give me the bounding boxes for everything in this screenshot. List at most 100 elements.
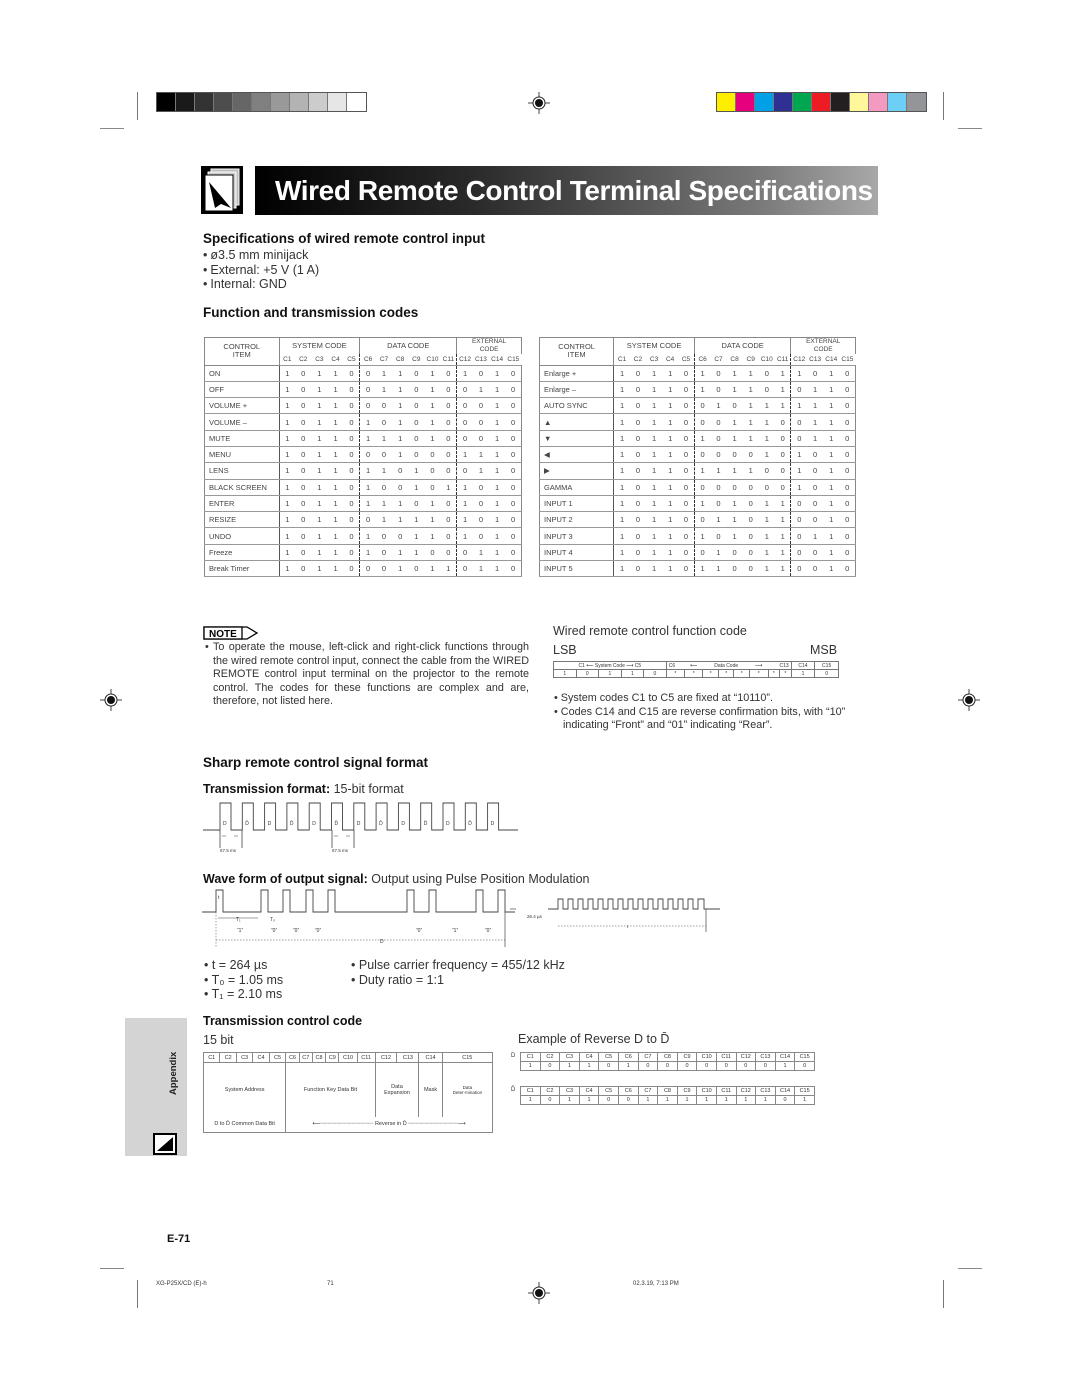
- bit-cell: 1: [645, 413, 663, 431]
- bit-cell: 1: [472, 543, 490, 562]
- bit-cell: 1: [375, 494, 393, 513]
- bit-cell: 0: [710, 429, 727, 447]
- bit-cell: 1: [279, 511, 296, 529]
- bit-cell: 0: [694, 543, 711, 562]
- bit-cell: 0: [440, 543, 458, 562]
- ppm-pulse-train: [202, 889, 515, 913]
- bit-cell: 0: [472, 413, 490, 431]
- bit-cell: 1: [392, 397, 409, 415]
- bit-cell: 1: [645, 560, 663, 578]
- bit-column-header: C3: [649, 355, 659, 363]
- bit-cell: 1: [489, 429, 506, 447]
- bit-cell: 0: [790, 543, 808, 562]
- bit-cell: 1: [696, 1095, 717, 1105]
- bit-cell: 1: [617, 1061, 639, 1071]
- bit-cell: 0: [678, 511, 695, 529]
- bit-cell: 1: [279, 445, 296, 464]
- data-code-span: Data Code: [702, 661, 750, 670]
- bit-cell: 0: [629, 527, 646, 545]
- bit-cell: 1: [472, 560, 490, 578]
- bit-cell: 0: [343, 364, 361, 382]
- signal-format-heading: Sharp remote control signal format: [203, 755, 429, 770]
- bit-cell: 1: [662, 380, 679, 399]
- lsb-label: LSB: [553, 643, 577, 657]
- bit-cell: 0: [742, 478, 759, 496]
- bit-cell: 1: [755, 1095, 776, 1105]
- bit-cell: 0: [408, 364, 425, 382]
- bit-cell: 0: [629, 380, 646, 399]
- table-row: Enlarge +1 0 1 1 0 1 0 1 1 0 1 1 0 1 0: [538, 364, 857, 382]
- control-item: ENTER: [204, 494, 280, 513]
- bit-cell: 0: [710, 478, 727, 496]
- bit-cell: 0: [295, 429, 312, 447]
- bit-cell: 0: [790, 560, 808, 578]
- bit-cell: 0: [742, 560, 759, 578]
- control-item: VOLUME –: [204, 413, 280, 431]
- bit-cell: 0: [343, 494, 361, 513]
- bit-cell: 1: [645, 543, 663, 562]
- bit-cell: 0: [755, 1061, 776, 1071]
- data-code-header: DATA CODE: [693, 337, 792, 354]
- bit-cell: 0: [456, 413, 473, 431]
- bit-column-header: C15: [841, 355, 854, 363]
- frame-label: D̄: [379, 820, 383, 827]
- carrier-waveform: 26.4 µs t: [510, 898, 720, 932]
- table-row: INPUT 3101101010110110: [538, 527, 857, 545]
- bit-cell: 0: [710, 494, 727, 513]
- bit-cell: 1: [311, 397, 328, 415]
- bit-column-header: C13: [396, 1052, 420, 1063]
- bit-cell: 0: [637, 1061, 659, 1071]
- table-row: INPUT 2101100110110010: [538, 511, 857, 529]
- bit-column-header: C7: [379, 355, 389, 363]
- bit-cell: 1: [662, 397, 679, 415]
- bit-cell: 0: [456, 560, 473, 578]
- bit-cell: 1: [327, 560, 344, 578]
- bit-column-header: C5: [598, 1086, 619, 1096]
- waveform-label: Wave form of output signal:: [203, 872, 368, 886]
- bit-cell: 0: [839, 380, 857, 399]
- bit-cell: 0: [472, 478, 490, 496]
- bit-column-header: C1: [617, 355, 627, 363]
- bit-cell: 1: [758, 445, 775, 464]
- control-item: ▲: [538, 413, 615, 431]
- bit-cell: 1: [311, 478, 328, 496]
- bit-cell: 1: [424, 429, 441, 447]
- bit-cell: 0: [742, 445, 759, 464]
- bit-cell: 1: [598, 669, 622, 678]
- bit-cell: 0: [505, 462, 523, 480]
- bit-cell: 1: [327, 527, 344, 545]
- bit-cell: 0: [774, 1095, 796, 1105]
- bit-column-header: C12: [793, 355, 806, 363]
- bit-column-header: C11: [440, 354, 458, 365]
- bit-column-header: C2: [299, 355, 308, 363]
- bit-cell: 0: [472, 527, 490, 545]
- bit-column-header: C5: [343, 354, 361, 365]
- bit-cell: 1: [694, 494, 711, 513]
- bit-cell: 0: [472, 364, 490, 382]
- frame-label: D: [223, 821, 227, 827]
- bit-cell: 0: [295, 560, 312, 578]
- bit-cell: 0: [839, 397, 857, 415]
- crop-mark: [958, 1268, 982, 1269]
- bit-cell: 1: [408, 511, 425, 529]
- bit-cell: 1: [279, 364, 296, 382]
- example-dbar-table: C1 C2 C3 C4 C5 C6 C7 C8 C9 C10 C11 C12 C13 C14 C15 1 0 1 1…: [520, 1086, 815, 1105]
- function-code-note: • System codes C1 to C5 are fixed at “10…: [554, 692, 774, 704]
- bit-cell: 0: [678, 380, 695, 399]
- bit-cell: 1: [456, 511, 473, 529]
- bit-cell: 0: [774, 478, 792, 496]
- crop-mark: [943, 92, 944, 120]
- bit-cell: 1: [613, 494, 630, 513]
- system-code-header: SYSTEM CODE: [278, 337, 361, 354]
- bit-column-header: C8: [730, 355, 739, 363]
- bit-cell: 0: [343, 429, 361, 447]
- bit-column-header: C6: [617, 1052, 639, 1062]
- table-row: OFF 1 0 1 1 0 0 1 1 0 1 0 0 1 1 0: [204, 380, 523, 399]
- bit-cell: 1: [613, 462, 630, 480]
- arrow-right: ⟶: [749, 661, 769, 670]
- carrier-pulse-train: [548, 898, 720, 910]
- bit-cell: 1: [424, 364, 441, 382]
- control-item: INPUT 2: [538, 511, 615, 529]
- bit-column-header: C3: [559, 1086, 580, 1096]
- control-item: AUTO SYNC: [538, 397, 615, 415]
